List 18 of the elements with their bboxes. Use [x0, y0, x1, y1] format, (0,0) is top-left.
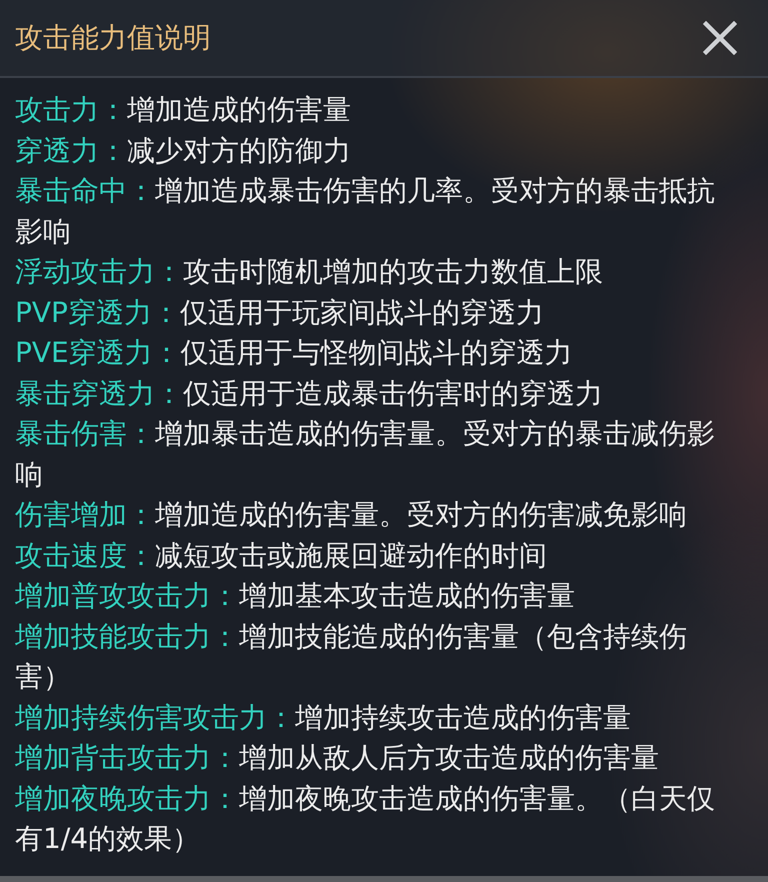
stat-description: 增加持续伤害攻击力：增加持续攻击造成的伤害量 [15, 700, 632, 736]
stat-description: 攻击速度：减短攻击或施展回避动作的时间 [15, 538, 548, 574]
stat-description: 增加技能攻击力：增加技能造成的伤害量（包含持续伤害） [15, 618, 688, 695]
stat-description: PVP穿透力：仅适用于玩家间战斗的穿透力 [15, 294, 545, 330]
close-icon [703, 21, 737, 55]
stat-description: 穿透力：减少对方的防御力 [15, 132, 352, 168]
stat-description: 增加夜晚攻击力：增加夜晚攻击造成的伤害量。（白天仅有1/4的效果） [15, 780, 716, 857]
stat-description: 暴击伤害：增加暴击造成的伤害量。受对方的暴击减伤影响 [15, 416, 716, 492]
stat-description: PVE穿透力：仅适用于与怪物间战斗的穿透力 [15, 335, 574, 371]
dialog-title: 攻击能力值说明 [15, 20, 211, 56]
stat-description: 增加背击攻击力：增加从敌人后方攻击造成的伤害量 [15, 740, 660, 776]
stat-description: 暴击穿透力：仅适用于造成暴击伤害时的穿透力 [15, 376, 604, 412]
stat-description: 增加普攻攻击力：增加基本攻击造成的伤害量 [15, 578, 576, 614]
close-button[interactable] [702, 20, 738, 56]
stat-description: 攻击力：增加造成的伤害量 [15, 92, 352, 128]
stat-description: 浮动攻击力：攻击时随机增加的攻击力数值上限 [15, 254, 604, 290]
stat-description: 伤害增加：增加造成的伤害量。受对方的伤害减免影响 [15, 497, 688, 533]
stat-description: 暴击命中：增加造成暴击伤害的几率。受对方的暴击抵抗影响 [15, 173, 716, 250]
